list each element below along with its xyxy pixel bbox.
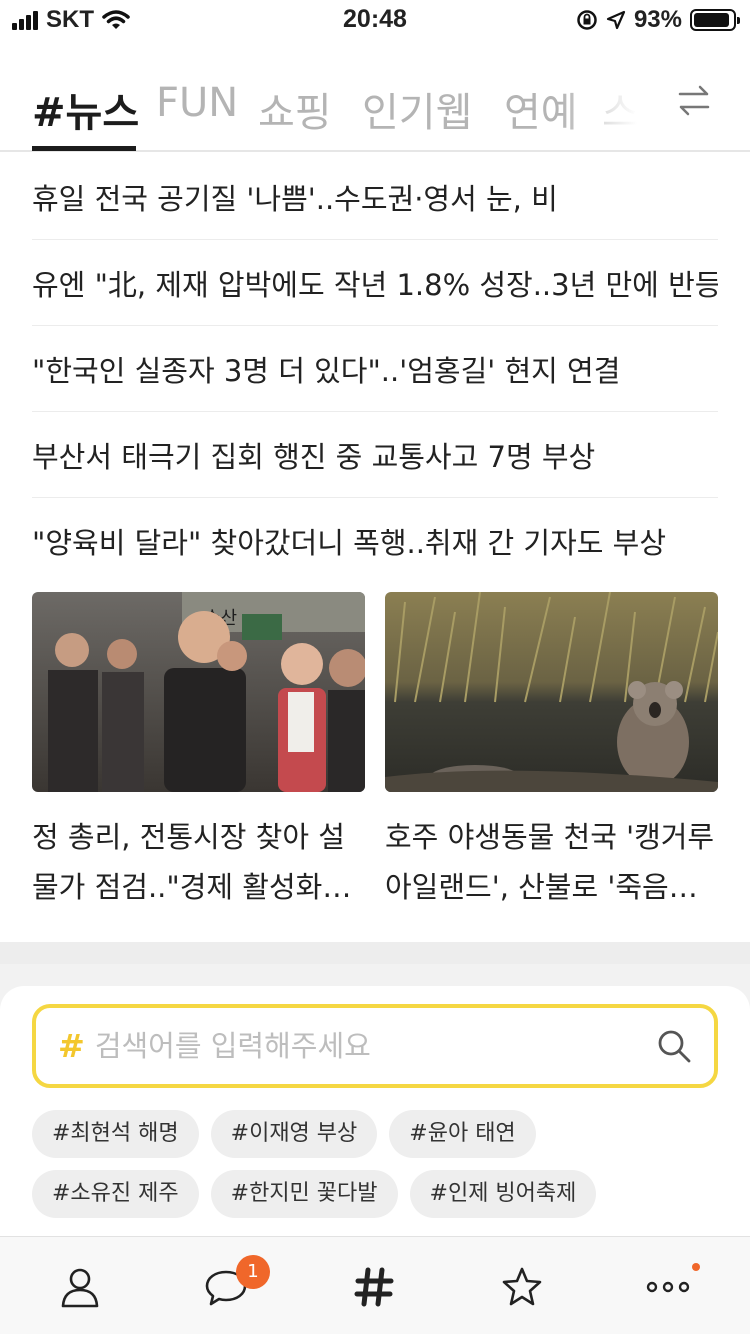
news-card-title[interactable]: 호주 야생동물 천국 '캥거루 아일랜드', 산불로 '죽음의... — [385, 812, 718, 912]
tab-shopping[interactable]: 쇼핑 — [258, 80, 332, 138]
headline-item[interactable]: 휴일 전국 공기질 '나쁨'..수도권·영서 눈, 비 — [32, 154, 718, 240]
keyword-chip[interactable]: #윤아 태연 — [389, 1110, 536, 1158]
more-icon[interactable] — [646, 1265, 690, 1309]
news-card[interactable]: 수산 정 총리, 전통시장 찾아 설 물가 점검.."경제 활성화에... — [32, 592, 365, 912]
keyword-chip[interactable]: #최현석 해명 — [32, 1110, 199, 1158]
headline-item[interactable]: "양육비 달라" 찾아갔더니 폭행..취재 간 기자도 부상 — [32, 498, 718, 584]
headline-item[interactable]: 유엔 "北, 제재 압박에도 작년 1.8% 성장..3년 만에 반등" — [32, 240, 718, 326]
search-box[interactable]: # — [32, 1004, 718, 1088]
search-icon[interactable] — [656, 1028, 692, 1064]
headline-item[interactable]: 부산서 태극기 집회 행진 중 교통사고 7명 부상 — [32, 412, 718, 498]
search-input[interactable] — [94, 1029, 656, 1063]
hash-icon: # — [58, 1027, 85, 1065]
profile-icon[interactable] — [58, 1265, 102, 1309]
news-thumbnail-market[interactable]: 수산 — [32, 592, 365, 792]
search-panel-sheet: # #최현석 해명 #이재영 부상 #윤아 태연 #소유진 제주 #한지민 꽃다… — [0, 986, 750, 1236]
hashtag-icon[interactable] — [352, 1265, 396, 1309]
tab-fun[interactable]: FUN — [156, 80, 238, 126]
star-icon[interactable] — [500, 1265, 544, 1309]
battery-percent: 93% — [633, 6, 682, 33]
keyword-chip[interactable]: #소유진 제주 — [32, 1170, 199, 1218]
active-tab-indicator — [32, 146, 136, 151]
news-thumbnail-koala[interactable] — [385, 592, 718, 792]
keyword-chip[interactable]: #한지민 꽃다발 — [210, 1170, 398, 1218]
tab-popular-web[interactable]: 인기웹 — [362, 80, 472, 138]
keyword-chip[interactable]: #인제 빙어축제 — [409, 1170, 597, 1218]
chat-badge: 1 — [236, 1255, 270, 1289]
news-card[interactable]: 호주 야생동물 천국 '캥거루 아일랜드', 산불로 '죽음의... — [385, 592, 718, 912]
swap-arrows-icon[interactable] — [676, 82, 712, 118]
chip-row: #최현석 해명 #이재영 부상 #윤아 태연 — [32, 1110, 732, 1158]
search-panel: # #최현석 해명 #이재영 부상 #윤아 태연 #소유진 제주 #한지민 꽃다… — [0, 964, 750, 1236]
orientation-lock-icon — [577, 10, 597, 30]
photo-news-cards: 수산 정 총리, 전통시장 찾아 설 물가 점검.."경제 활성화에... — [32, 592, 718, 912]
tabs-fade — [560, 60, 670, 148]
battery-fill — [694, 13, 730, 27]
location-arrow-icon — [606, 10, 626, 30]
keyword-chip[interactable]: #이재영 부상 — [210, 1110, 378, 1158]
status-bar: SKT 20:48 93% — [0, 0, 750, 40]
headline-item[interactable]: "한국인 실종자 3명 더 있다"..'엄홍길' 현지 연결 — [32, 326, 718, 412]
headline-list: 휴일 전국 공기질 '나쁨'..수도권·영서 눈, 비 유엔 "北, 제재 압박… — [32, 154, 718, 584]
news-card-title[interactable]: 정 총리, 전통시장 찾아 설 물가 점검.."경제 활성화에... — [32, 812, 365, 912]
section-divider — [0, 942, 750, 964]
status-right: 93% — [576, 6, 740, 34]
chip-row: #소유진 제주 #한지민 꽃다발 #인제 빙어축제 — [32, 1170, 732, 1218]
tab-news[interactable]: #뉴스 — [32, 80, 139, 138]
battery-icon — [690, 9, 740, 31]
trending-keywords: #최현석 해명 #이재영 부상 #윤아 태연 #소유진 제주 #한지민 꽃다발 … — [32, 1110, 732, 1230]
bottom-nav: 1 — [0, 1236, 750, 1334]
more-notification-dot — [692, 1263, 700, 1271]
